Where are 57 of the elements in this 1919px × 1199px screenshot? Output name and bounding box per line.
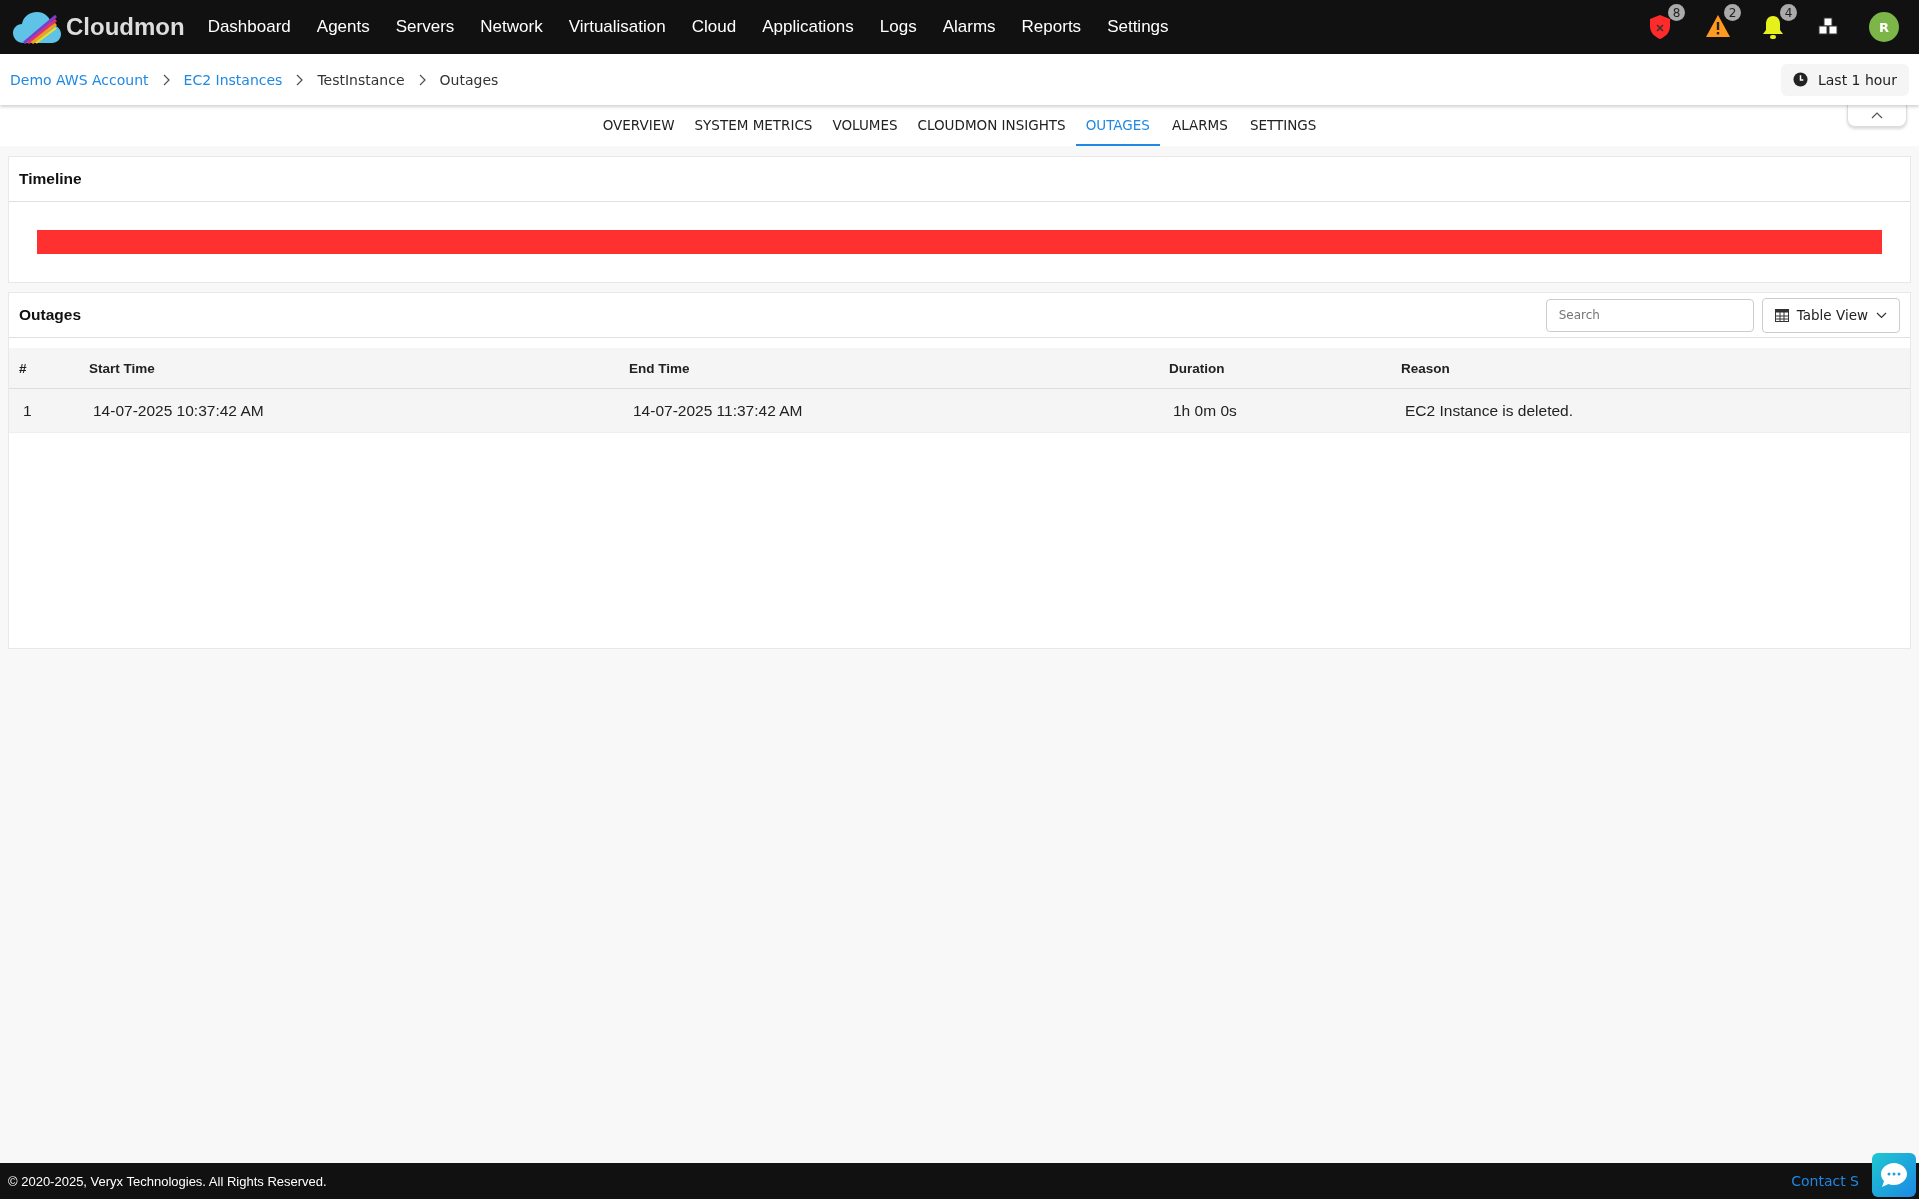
cubes-icon[interactable] xyxy=(1817,17,1839,37)
tab[interactable]: OVERVIEW xyxy=(592,105,685,146)
tab[interactable]: VOLUMES xyxy=(822,105,908,146)
warning-icon xyxy=(1705,14,1731,38)
nav-link[interactable]: Logs xyxy=(866,17,930,37)
chevron-right-icon xyxy=(296,73,304,86)
table-cell-text: 14-07-2025 10:37:42 AM xyxy=(92,401,265,420)
tab[interactable]: SETTINGS xyxy=(1239,105,1327,146)
column-header: Start Time xyxy=(89,360,156,376)
nav-link[interactable]: Alarms xyxy=(929,17,1009,37)
card-title: Outages xyxy=(19,306,81,324)
tab[interactable]: ALARMS xyxy=(1159,105,1240,146)
time-range-button[interactable]: Last 1 hour xyxy=(1780,63,1909,96)
tab[interactable]: CLOUDMON INSIGHTS xyxy=(907,105,1076,146)
breadcrumb-item: Outages xyxy=(439,71,499,88)
count-badge: 8 xyxy=(1668,4,1685,21)
column-header: # xyxy=(19,360,28,376)
table-cell-text: EC2 Instance is deleted. xyxy=(1404,401,1575,420)
chevron-down-icon xyxy=(1876,311,1887,319)
column-header: End Time xyxy=(629,360,691,376)
view-dropdown[interactable]: Table View xyxy=(1761,297,1900,333)
tab[interactable]: OUTAGES xyxy=(1075,105,1160,146)
chat-bubble-icon xyxy=(1879,1161,1909,1189)
breadcrumb-link[interactable]: Demo AWS Account xyxy=(10,71,149,88)
count-badge: 2 xyxy=(1724,4,1741,21)
breadcrumb-item: TestInstance xyxy=(317,71,405,88)
column-header: Reason xyxy=(1401,360,1451,376)
contact-link[interactable]: Contact S xyxy=(1791,1173,1859,1189)
column-header: Duration xyxy=(1169,360,1226,376)
brand-name: Cloudmon xyxy=(66,13,185,41)
cloud-logo-icon xyxy=(12,10,62,44)
chat-button[interactable] xyxy=(1872,1153,1916,1197)
clock-icon xyxy=(1792,72,1808,87)
search-field[interactable]: Search xyxy=(1545,298,1754,332)
card-title: Timeline xyxy=(19,170,82,188)
nav-link[interactable]: Network xyxy=(467,17,556,37)
chevron-right-icon xyxy=(418,73,426,86)
table-icon xyxy=(1774,308,1789,322)
nav-link[interactable]: Settings xyxy=(1094,17,1182,37)
chevron-right-icon xyxy=(162,73,170,86)
table-cell-text: 1h 0m 0s xyxy=(1172,401,1238,420)
nav-link[interactable]: Applications xyxy=(749,17,867,37)
bell-icon xyxy=(1761,14,1785,40)
tab[interactable]: SYSTEM METRICS xyxy=(684,105,823,146)
table-cell-text: 1 xyxy=(22,401,33,420)
nav-link[interactable]: Virtualisation xyxy=(555,17,679,37)
nav-link[interactable]: Servers xyxy=(382,17,468,37)
nav-link[interactable]: Agents xyxy=(303,17,383,37)
chevron-up-icon xyxy=(1871,112,1883,119)
breadcrumb-link[interactable]: EC2 Instances xyxy=(183,71,283,88)
nav-link[interactable]: Reports xyxy=(1008,17,1095,37)
shield-icon xyxy=(1649,14,1671,40)
table-cell-text: 14-07-2025 11:37:42 AM xyxy=(632,401,804,420)
nav-link[interactable]: Dashboard xyxy=(194,17,304,37)
nav-link[interactable]: Cloud xyxy=(678,17,750,37)
count-badge: 4 xyxy=(1780,4,1797,21)
copyright-text: © 2020-2025, Veryx Technologies. All Rights Reserved. xyxy=(8,1173,327,1189)
